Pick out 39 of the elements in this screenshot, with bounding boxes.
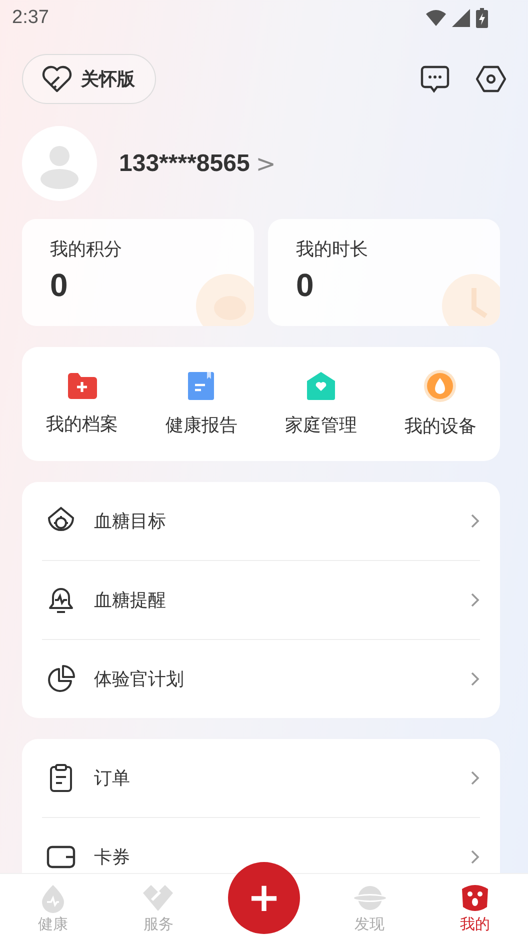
menu-item-label[interactable]: 血糖提醒 [94,588,452,612]
stat-card[interactable]: 我的时长 0 [268,219,500,326]
folder-plus-icon[interactable] [66,372,98,400]
house-heart-icon[interactable] [306,371,336,401]
menu-item-label[interactable]: 体验官计划 [94,667,452,691]
device-icon[interactable] [424,370,456,402]
heart-icon [41,65,73,93]
tab[interactable]: 我的 [459,883,492,938]
battery-icon [476,8,488,28]
stat-card[interactable]: 我的积分 0 [22,219,254,326]
pie-chart-icon [46,664,76,694]
bell-pulse-icon [46,585,76,615]
shortcut-label[interactable]: 我的档案 [46,412,118,436]
care-mode-button[interactable]: 关怀版 [22,54,156,104]
signal-icon [452,9,470,27]
clock-icon [442,274,500,326]
status-time: 2:37 [12,7,49,29]
message-icon[interactable] [420,65,450,93]
handshake-icon [141,883,176,913]
menu-item-label[interactable]: 订单 [94,766,452,790]
add-button[interactable]: + [228,862,300,934]
settings-icon[interactable] [476,65,506,93]
shortcut-label[interactable]: 家庭管理 [284,413,357,437]
chevron-icon[interactable] [470,592,480,608]
chevron-icon[interactable] [470,513,480,529]
stat-label: 我的时长 [296,238,368,261]
stat-value: 0 [296,267,314,304]
shortcut-label[interactable]: 我的设备 [404,414,476,438]
planet-icon [352,883,387,913]
stat-value: 0 [50,267,68,304]
chevron-icon[interactable] [470,671,480,687]
stat-label: 我的积分 [50,238,122,261]
chevron-icon[interactable] [470,770,480,786]
wifi-icon [426,10,446,26]
shortcut-label[interactable]: 健康报告 [165,413,238,437]
document-icon[interactable] [187,371,216,401]
menu-item-label[interactable]: 血糖目标 [94,509,452,533]
phone-number[interactable]: 133****8565 [119,150,250,178]
chevron-icon[interactable] [470,849,480,865]
